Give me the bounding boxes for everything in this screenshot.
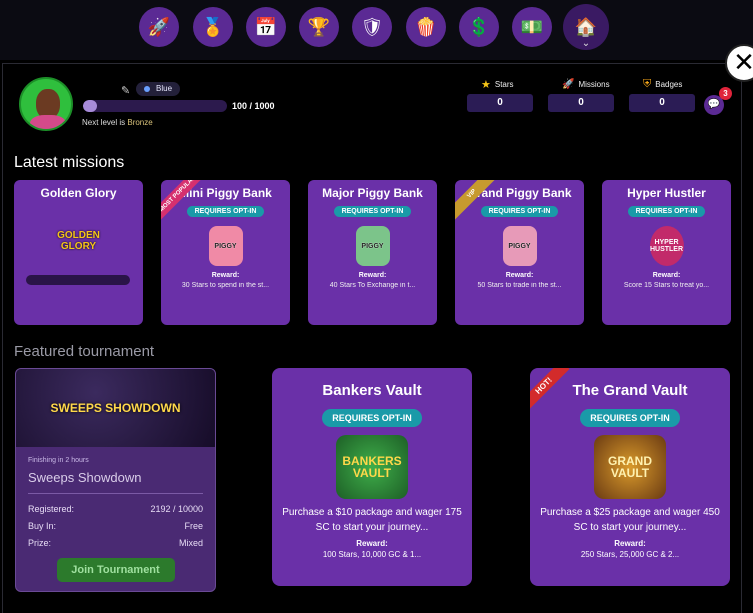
vault-description: Purchase a $25 package and wager 450 SC … — [540, 507, 720, 533]
tournament-name: Sweeps Showdown — [28, 470, 142, 485]
star-icon: ★ — [481, 78, 491, 91]
reward-text: 50 Stars to trade in the st... — [477, 282, 562, 289]
requires-opt-in-badge: REQUIRES OPT-IN — [627, 206, 706, 217]
hyper-hustler-logo: HYPER HUSTLER — [649, 226, 684, 266]
requires-opt-in-badge: REQUIRES OPT-IN — [480, 206, 559, 217]
vault-description: Purchase a $10 package and wager 175 SC … — [282, 507, 462, 533]
golden-glory-logo: GOLDEN GLORY — [57, 230, 100, 252]
reward-label: Reward: — [211, 272, 240, 279]
next-level-prefix: Next level is — [82, 118, 126, 127]
next-level-text: Next level is Bronze — [82, 118, 153, 127]
row-label: Registered: — [28, 504, 75, 514]
mission-card-major-piggy-bank[interactable]: Major Piggy Bank REQUIRES OPT-IN PIGGY R… — [308, 180, 437, 325]
vault-name: The Grand Vault — [572, 382, 688, 399]
coin-icon[interactable]: 💲 — [459, 7, 499, 47]
avatar-body — [30, 115, 66, 129]
next-level-name: Bronze — [127, 118, 153, 127]
progress-text: 100 / 1000 — [232, 101, 275, 111]
mission-name: Major Piggy Bank — [322, 186, 423, 200]
notification-count: 3 — [719, 87, 732, 100]
tournament-banner: SWEEPS SHOWDOWN — [16, 369, 215, 447]
edit-icon[interactable]: ✎ — [121, 84, 130, 97]
stat-value: 0 — [629, 94, 695, 112]
reward-text: 40 Stars To Exchange in t... — [329, 282, 416, 289]
tournament-card: SWEEPS SHOWDOWN Finishing in 2 hours Swe… — [15, 368, 216, 592]
reward-text: 30 Stars to spend in the st... — [181, 282, 270, 289]
mission-card-mini-piggy-bank[interactable]: MOST POPULAR Mini Piggy Bank REQUIRES OP… — [161, 180, 290, 325]
mission-card-hyper-hustler[interactable]: Hyper Hustler REQUIRES OPT-IN HYPER HUST… — [602, 180, 731, 325]
stat-label: Badges — [655, 79, 683, 89]
piggy-bank-logo: PIGGY — [502, 226, 537, 266]
divider — [28, 493, 203, 494]
stat-value: 0 — [548, 94, 614, 112]
row-label: Prize: — [28, 538, 52, 548]
reward-label: Reward: — [505, 272, 534, 279]
row-value: Mixed — [178, 538, 203, 548]
reward-label: Reward: — [614, 539, 646, 548]
level-progress-bar — [83, 100, 227, 112]
mission-card-golden-glory[interactable]: Golden Glory GOLDEN GLORY — [14, 180, 143, 325]
tournament-row-buy-in: Buy In: Free — [28, 521, 203, 531]
rocket-icon: 🚀 — [562, 78, 575, 90]
stat-stars: ★ Stars 0 — [467, 76, 533, 112]
reward-text: 100 Stars, 10,000 GC & 1... — [322, 550, 422, 559]
stat-label: Stars — [494, 79, 514, 89]
piggy-bank-logo: PIGGY — [208, 226, 243, 266]
requires-opt-in-badge: REQUIRES OPT-IN — [186, 206, 265, 217]
mission-card-grand-piggy-bank[interactable]: VIP Grand Piggy Bank REQUIRES OPT-IN PIG… — [455, 180, 584, 325]
home-icon[interactable]: 🏠 ⌄ — [563, 4, 609, 50]
mission-progress-bar — [26, 275, 130, 285]
tournament-row-prize: Prize: Mixed — [28, 538, 203, 548]
progress-fill — [83, 100, 98, 112]
row-value: Free — [184, 521, 203, 531]
tournament-finishing-time: Finishing in 2 hours — [28, 457, 89, 464]
grand-vault-logo: GRAND VAULT — [594, 435, 666, 499]
stat-label: Missions — [578, 79, 610, 89]
trophy-icon[interactable]: 🏆 — [299, 7, 339, 47]
top-nav: 🚀 🏅 📅 🏆 🛡 🍿 💲 💵 🏠 ⌄ — [0, 0, 753, 60]
bankers-vault-logo: BANKERS VAULT — [336, 435, 408, 499]
cash-icon[interactable]: 💵 — [512, 7, 552, 47]
reward-text: Score 15 Stars to treat yo... — [623, 282, 710, 289]
reward-label: Reward: — [652, 272, 681, 279]
row-value: 2192 / 10000 — [150, 504, 203, 514]
section-title-featured-tournament: Featured tournament — [14, 343, 155, 360]
reward-label: Reward: — [358, 272, 387, 279]
chevron-down-icon: ⌄ — [581, 38, 591, 49]
reward-label: Reward: — [356, 539, 388, 548]
stat-badges: ⛨ Badges 0 — [629, 76, 695, 112]
row-label: Buy In: — [28, 521, 57, 531]
rocket-icon[interactable]: 🚀 — [139, 7, 179, 47]
mission-name: Golden Glory — [40, 186, 117, 200]
requires-opt-in-badge: REQUIRES OPT-IN — [333, 206, 412, 217]
tournament-banner-logo: SWEEPS SHOWDOWN — [50, 401, 181, 415]
reward-text: 250 Stars, 25,000 GC & 2... — [580, 550, 680, 559]
stat-value: 0 — [467, 94, 533, 112]
vault-card-grand-vault[interactable]: HOT! The Grand Vault REQUIRES OPT-IN GRA… — [530, 368, 730, 586]
requires-opt-in-badge: REQUIRES OPT-IN — [580, 409, 680, 427]
piggy-bank-logo: PIGGY — [355, 226, 390, 266]
requires-opt-in-badge: REQUIRES OPT-IN — [322, 409, 422, 427]
tier-badge: Blue — [136, 82, 181, 96]
popcorn-icon[interactable]: 🍿 — [406, 7, 446, 47]
podium-icon[interactable]: 🏅 — [193, 7, 233, 47]
shield-icon[interactable]: 🛡 — [352, 7, 392, 47]
calendar-icon[interactable]: 📅 — [246, 7, 286, 47]
join-tournament-button[interactable]: Join Tournament — [56, 558, 175, 582]
vault-name: Bankers Vault — [322, 382, 422, 399]
stat-missions: 🚀 Missions 0 — [548, 76, 614, 112]
avatar[interactable] — [19, 77, 73, 131]
vault-card-bankers-vault[interactable]: Bankers Vault REQUIRES OPT-IN BANKERS VA… — [272, 368, 472, 586]
rewards-panel: ✎ Blue 100 / 1000 Next level is Bronze ★… — [2, 63, 742, 613]
section-title-latest-missions: Latest missions — [14, 154, 125, 171]
tournament-row-registered: Registered: 2192 / 10000 — [28, 504, 203, 514]
badge-icon: ⛨ — [643, 77, 652, 90]
mission-name: Hyper Hustler — [627, 186, 706, 200]
